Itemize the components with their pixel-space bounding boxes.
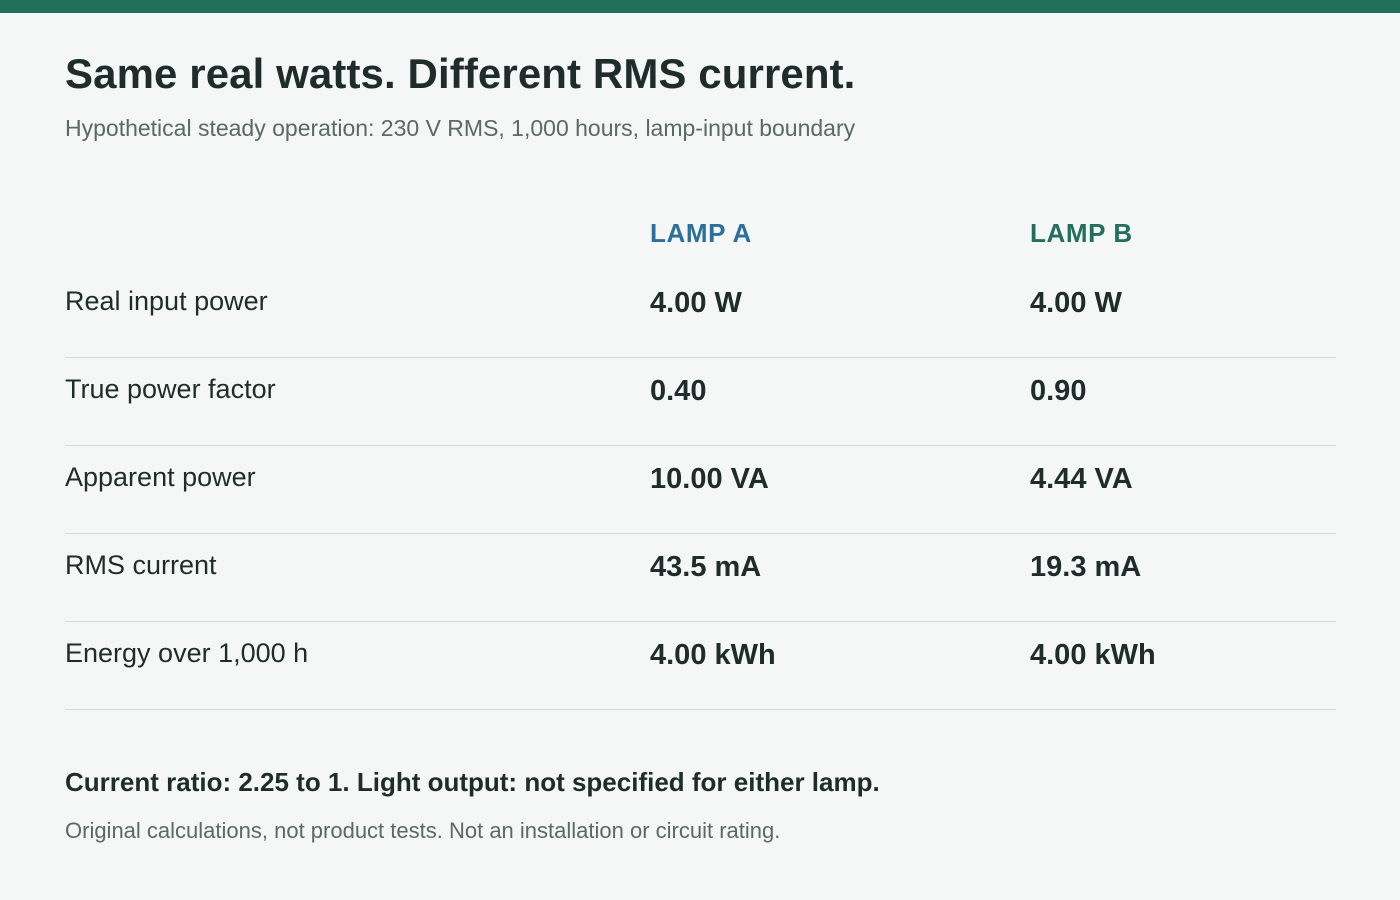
disclaimer-note: Original calculations, not product tests… — [65, 818, 781, 843]
row-label: Apparent power — [65, 462, 256, 492]
lamp-b-value: 4.00 W — [1030, 287, 1122, 319]
table-row: Real input power 4.00 W 4.00 W — [65, 270, 1336, 358]
lamp-a-value: 10.00 VA — [650, 463, 769, 495]
page-title: Same real watts. Different RMS current. — [65, 50, 856, 97]
summary-note: Current ratio: 2.25 to 1. Light output: … — [65, 767, 880, 797]
table-header-row: LAMP A LAMP B — [65, 200, 1336, 270]
row-label: Energy over 1,000 h — [65, 638, 309, 668]
table-row: Apparent power 10.00 VA 4.44 VA — [65, 446, 1336, 534]
table-row: True power factor 0.40 0.90 — [65, 358, 1336, 446]
column-header-lamp-a: LAMP A — [650, 218, 752, 248]
page-subtitle: Hypothetical steady operation: 230 V RMS… — [65, 115, 856, 141]
lamp-b-value: 19.3 mA — [1030, 551, 1142, 583]
table-row: Energy over 1,000 h 4.00 kWh 4.00 kWh — [65, 622, 1336, 710]
row-label: RMS current — [65, 550, 217, 580]
lamp-a-value: 4.00 W — [650, 287, 742, 319]
lamp-b-value: 0.90 — [1030, 375, 1087, 407]
comparison-table: LAMP A LAMP B Real input power 4.00 W 4.… — [65, 200, 1336, 710]
top-accent-bar — [0, 0, 1400, 13]
lamp-b-value: 4.44 VA — [1030, 463, 1133, 495]
row-label: Real input power — [65, 286, 268, 316]
lamp-b-value: 4.00 kWh — [1030, 639, 1156, 671]
column-header-lamp-b: LAMP B — [1030, 218, 1133, 248]
lamp-a-value: 0.40 — [650, 375, 707, 407]
lamp-a-value: 4.00 kWh — [650, 639, 776, 671]
table-row: RMS current 43.5 mA 19.3 mA — [65, 534, 1336, 622]
lamp-a-value: 43.5 mA — [650, 551, 762, 583]
row-label: True power factor — [65, 374, 276, 404]
